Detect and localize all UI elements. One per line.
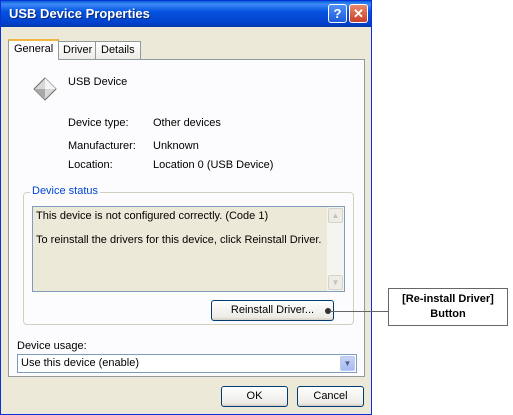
tab-general[interactable]: General [8,39,60,60]
callout-subtitle: Button [430,308,466,320]
status-message: This device is not configured correctly.… [36,210,269,222]
reinstall-driver-button[interactable]: Reinstall Driver... [211,300,334,321]
tab-details[interactable]: Details [95,41,141,59]
device-name: USB Device [68,76,128,88]
window-title: USB Device Properties [9,6,150,21]
manufacturer-value: Unknown [153,140,199,152]
device-status-textbox[interactable]: This device is not configured correctly.… [32,206,345,292]
device-type-label: Device type: [68,117,129,129]
scroll-up-icon[interactable]: ▲ [328,208,343,223]
close-button[interactable]: ✕ [349,4,368,23]
device-usage-value: Use this device (enable) [21,357,140,369]
device-usage-select[interactable]: Use this device (enable) ▼ [17,354,357,373]
location-label: Location: [68,159,113,171]
callout-label: [Re-install Driver] Button [388,288,508,326]
tab-driver[interactable]: Driver [57,41,99,59]
device-type-value: Other devices [153,117,221,129]
manufacturer-label: Manufacturer: [68,140,136,152]
status-instructions: To reinstall the drivers for this device… [36,234,322,246]
device-usage-label: Device usage: [17,340,87,352]
properties-dialog: USB Device Properties ? ✕ General Driver… [0,0,372,415]
callout-title: [Re-install Driver] [402,293,494,305]
ok-button[interactable]: OK [221,386,288,407]
title-bar[interactable]: USB Device Properties ? ✕ [1,1,371,27]
status-scrollbar[interactable]: ▲ ▼ [327,207,344,291]
scroll-down-icon[interactable]: ▼ [328,275,343,290]
usb-device-icon [33,77,57,101]
device-status-title: Device status [30,185,101,197]
chevron-down-icon[interactable]: ▼ [340,356,355,371]
location-value: Location 0 (USB Device) [153,159,274,171]
cancel-button[interactable]: Cancel [297,386,364,407]
callout-line [330,311,388,312]
help-button[interactable]: ? [328,4,347,23]
general-tab-panel: USB Device Device type: Other devices Ma… [8,59,365,377]
